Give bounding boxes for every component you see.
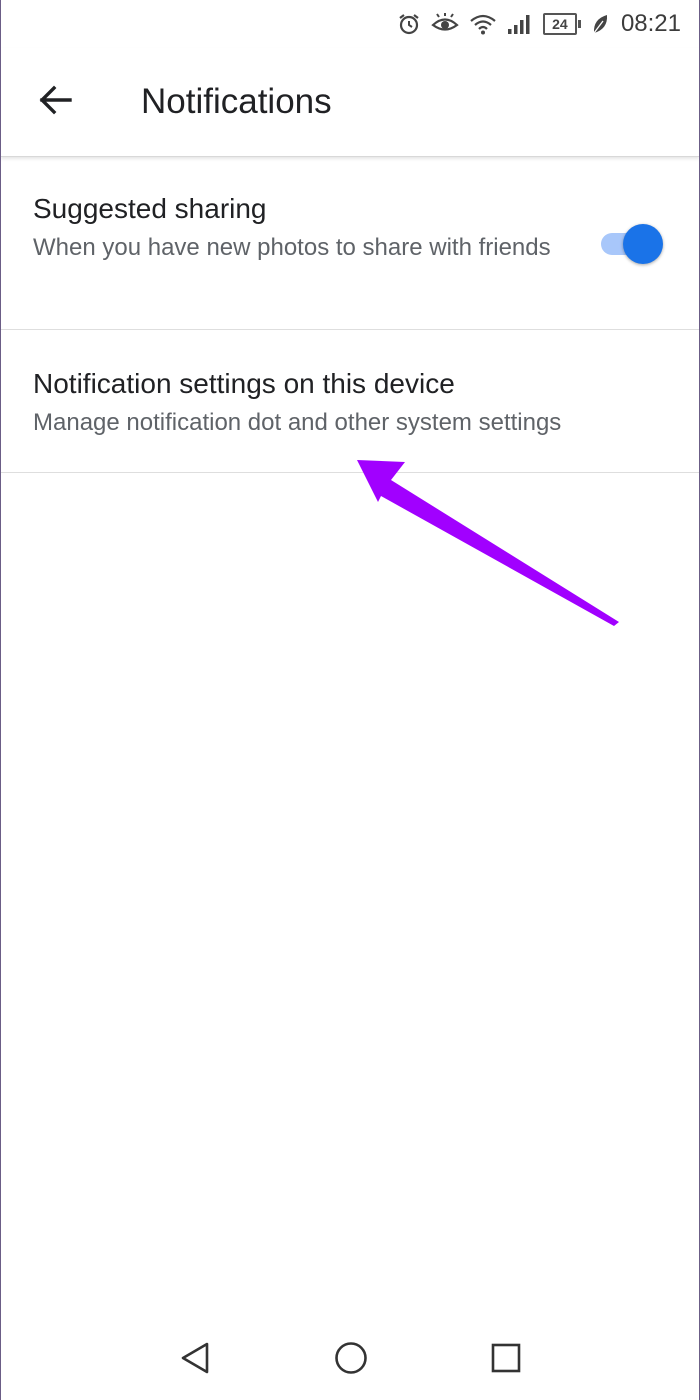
screen: 24 08:21 Notifications Suggested sharing…: [0, 0, 700, 1400]
signal-icon: [507, 13, 533, 35]
setting-title: Suggested sharing: [33, 193, 267, 224]
back-button[interactable]: [27, 74, 83, 130]
suggested-sharing-setting[interactable]: Suggested sharing When you have new phot…: [1, 158, 699, 330]
setting-subtitle: When you have new photos to share with f…: [33, 234, 551, 261]
status-time: 08:21: [620, 10, 681, 37]
suggested-sharing-toggle[interactable]: [599, 222, 663, 264]
setting-title: Notification settings on this device: [33, 368, 455, 399]
nav-home-button[interactable]: [323, 1332, 379, 1388]
circle-home-icon: [334, 1341, 368, 1380]
arrow-left-icon: [38, 85, 72, 120]
nav-recents-button[interactable]: [478, 1332, 534, 1388]
battery-level: 24: [542, 13, 577, 35]
square-recents-icon: [490, 1342, 522, 1379]
battery-icon: 24: [542, 13, 581, 35]
app-bar: Notifications: [1, 48, 699, 157]
page-title: Notifications: [141, 82, 332, 121]
wifi-icon: [469, 13, 497, 35]
leaf-icon: [591, 13, 609, 35]
notification-settings-item[interactable]: Notification settings on this device Man…: [1, 330, 699, 473]
status-bar: 24 08:21: [1, 0, 699, 48]
nav-bar: [1, 1320, 699, 1400]
alarm-icon: [397, 12, 421, 36]
triangle-back-icon: [179, 1341, 211, 1380]
toggle-thumb: [623, 224, 663, 264]
setting-subtitle: Manage notification dot and other system…: [33, 409, 562, 436]
nav-back-button[interactable]: [167, 1332, 223, 1388]
eye-comfort-icon: [431, 13, 459, 35]
